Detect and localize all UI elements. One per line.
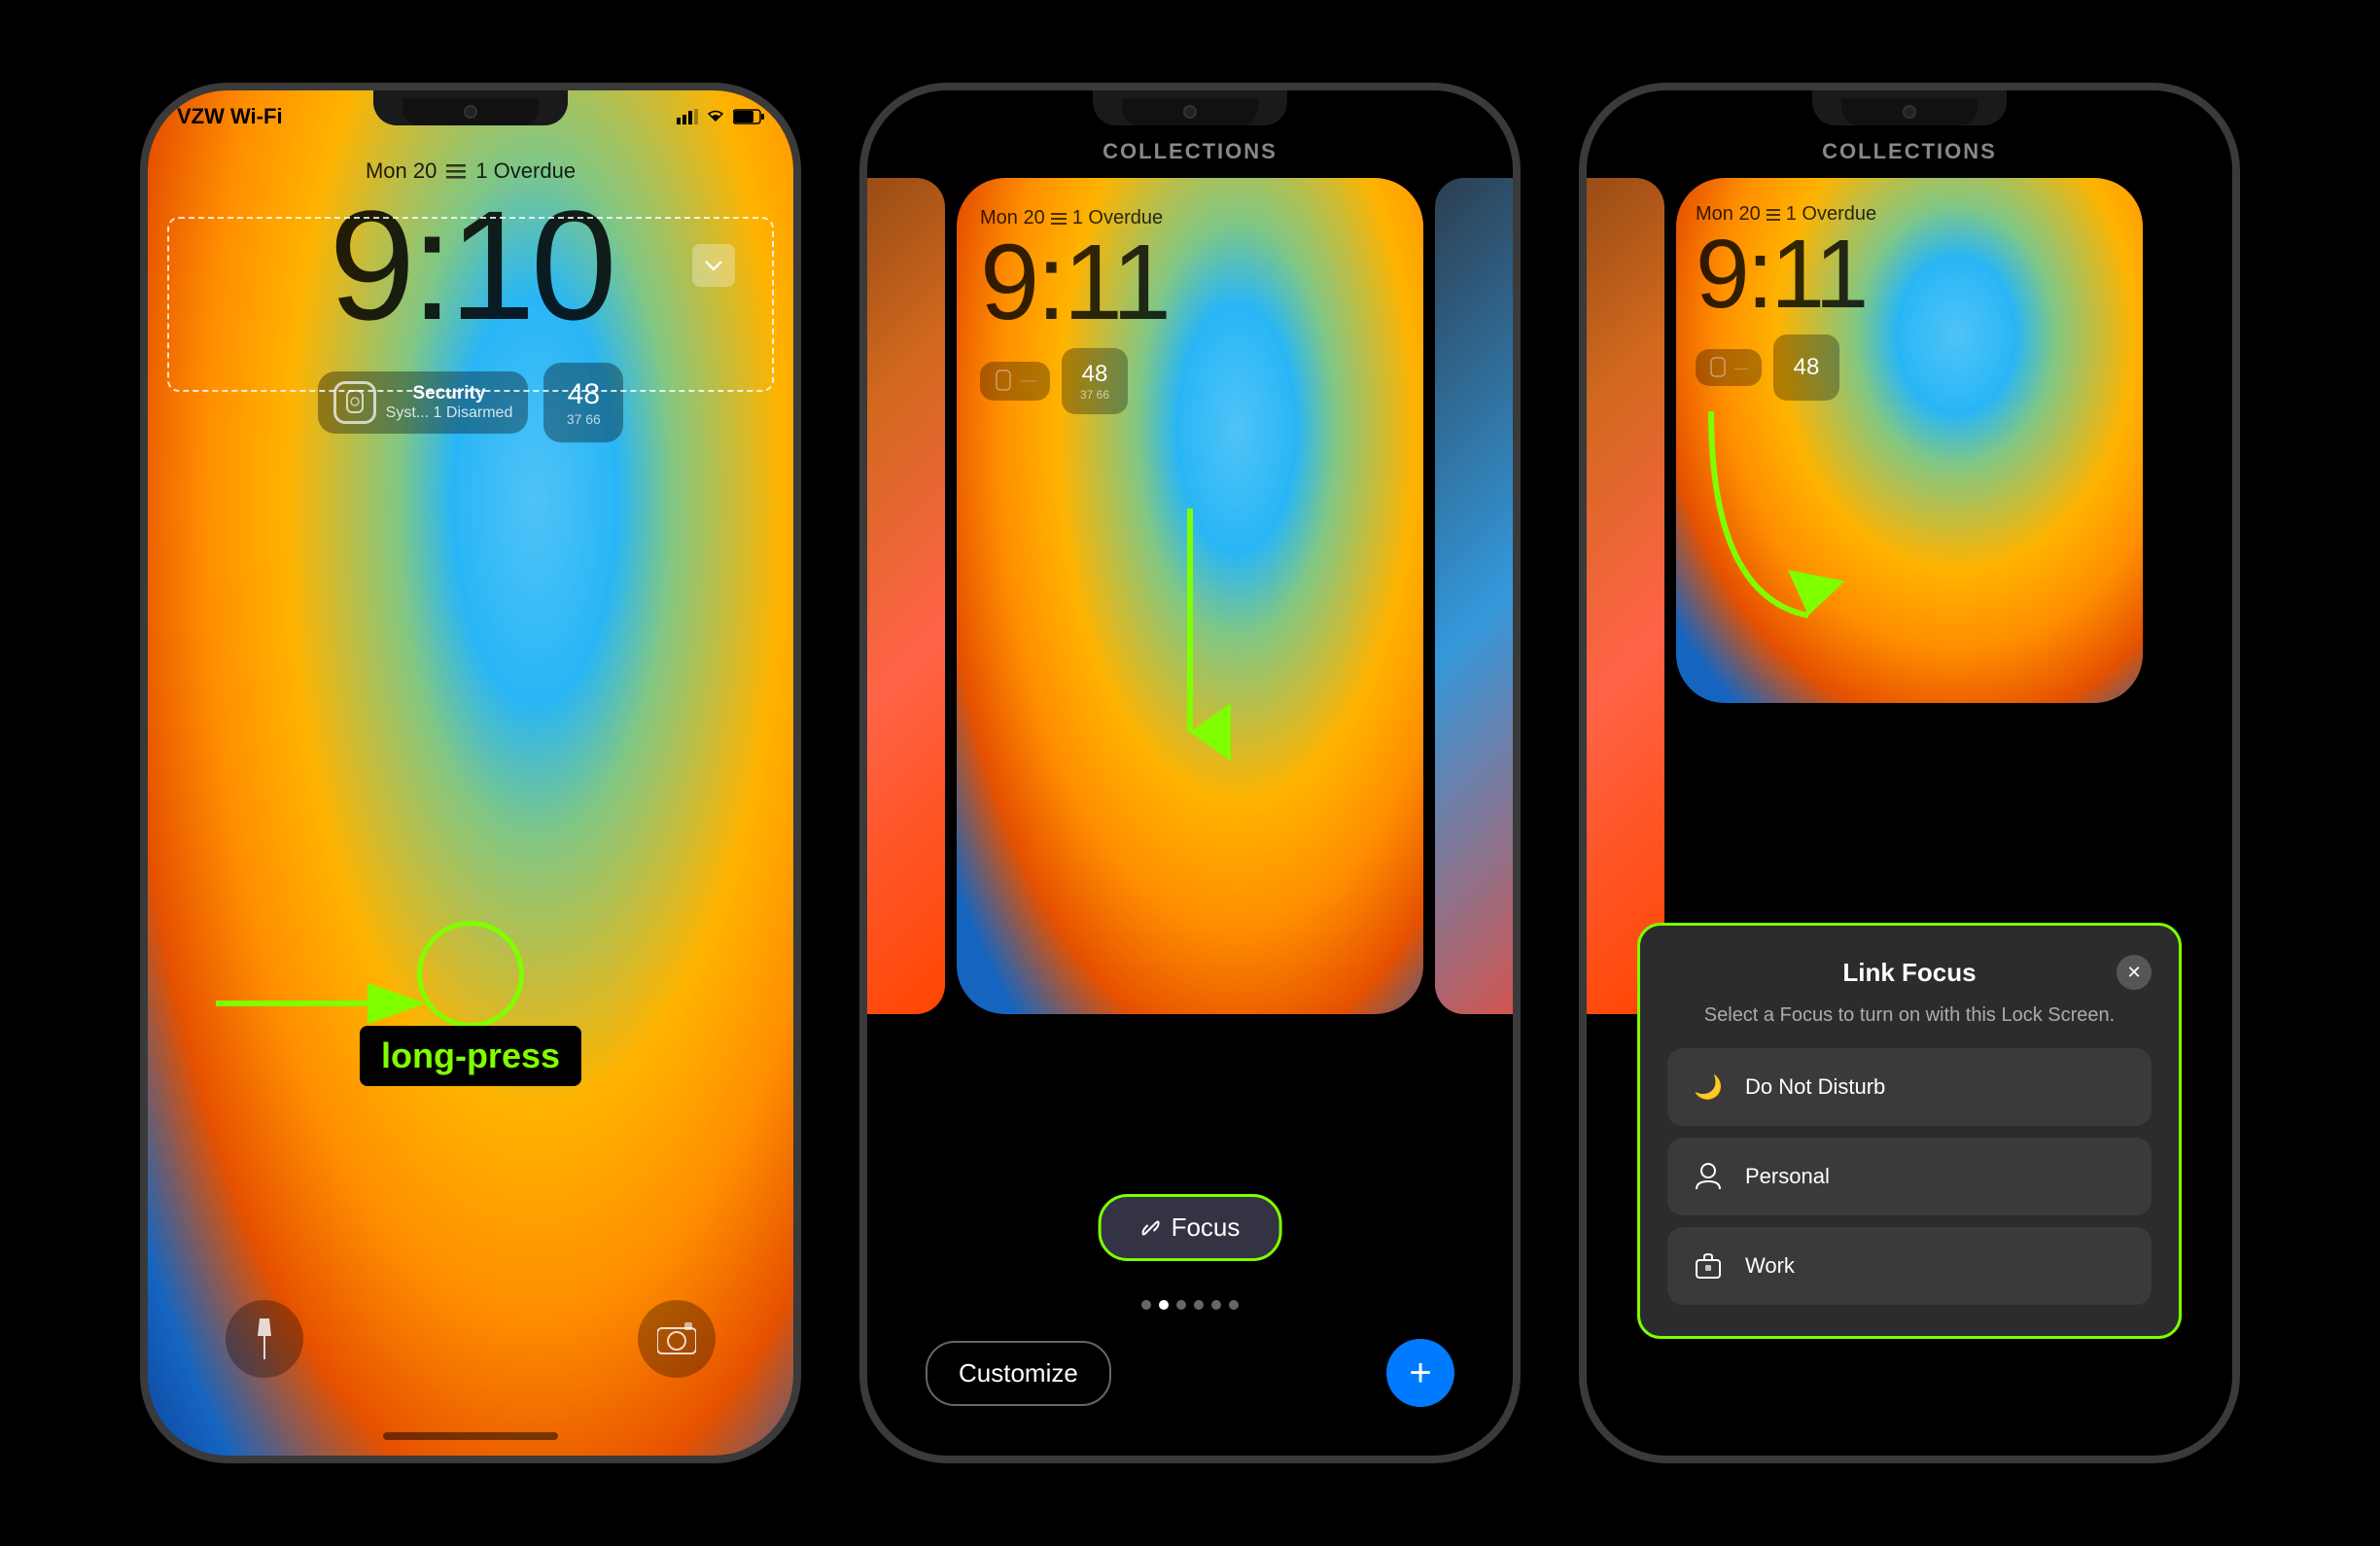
notch-2 [1122, 98, 1258, 125]
dot-5 [1211, 1300, 1221, 1310]
camera-1 [464, 105, 477, 119]
work-label: Work [1745, 1253, 1795, 1279]
card-time-2: 9:11 [980, 229, 1400, 336]
person-icon [1687, 1155, 1730, 1198]
person-svg [1695, 1162, 1722, 1191]
green-circle-target [417, 921, 524, 1028]
iphone-3: COLLECTIONS Mon 20 1 Overdue 9:11 — 48 [1579, 83, 2240, 1463]
work-icon [1687, 1245, 1730, 1287]
card-widget-watch-2: — [980, 362, 1050, 401]
time-selection-box [167, 217, 774, 392]
down-arrow-svg-3 [1682, 402, 1857, 654]
add-icon: + [1409, 1352, 1431, 1395]
dnd-label: Do Not Disturb [1745, 1074, 1885, 1100]
wifi-icon [706, 110, 725, 123]
link-focus-header: Link Focus ✕ [1667, 955, 2152, 990]
focus-option-work[interactable]: Work [1667, 1227, 2152, 1305]
battery-icon [733, 109, 764, 124]
peek-card-right [1435, 178, 1521, 1014]
camera-3 [1903, 105, 1916, 119]
peek-card-left-3 [1579, 178, 1664, 1014]
moon-icon: 🌙 [1687, 1066, 1730, 1108]
watch-placeholder-2: — [1021, 372, 1036, 390]
dot-2 [1159, 1300, 1169, 1310]
focus-option-dnd[interactable]: 🌙 Do Not Disturb [1667, 1048, 2152, 1126]
card-widgets-2: — 48 37 66 [980, 348, 1400, 414]
status-icons [677, 109, 764, 124]
dot-1 [1141, 1300, 1151, 1310]
home-indicator-1 [383, 1432, 558, 1440]
work-svg [1695, 1252, 1722, 1280]
carrier-label: VZW Wi-Fi [177, 104, 283, 129]
bottom-icons-1 [148, 1300, 793, 1378]
collections-header-3: COLLECTIONS [1587, 139, 2232, 164]
personal-label: Personal [1745, 1164, 1830, 1189]
close-btn[interactable]: ✕ [2117, 955, 2152, 990]
security-sub: Syst... 1 Disarmed [386, 404, 513, 422]
customize-btn-2[interactable]: Customize [926, 1341, 1111, 1406]
link-focus-subtitle: Select a Focus to turn on with this Lock… [1667, 1001, 2152, 1029]
temp-value-2: 48 [1082, 361, 1108, 388]
home-indicator-3 [1822, 1432, 1997, 1440]
long-press-label: long-press [360, 1026, 581, 1086]
add-btn-2[interactable]: + [1386, 1339, 1454, 1407]
page-dots-2 [867, 1300, 1513, 1310]
peek-card-left [859, 178, 945, 1014]
card-widget-watch-3: — [1696, 349, 1762, 386]
down-arrow-annotation-2 [1151, 499, 1229, 776]
flashlight-btn[interactable] [226, 1300, 303, 1378]
collections-title-2: COLLECTIONS [1102, 139, 1278, 163]
down-arrow-svg-2 [1151, 499, 1229, 771]
watch-icon-2 [994, 369, 1013, 393]
dot-3 [1176, 1300, 1186, 1310]
collections-header-2: COLLECTIONS [867, 139, 1513, 164]
temp-3: 48 [1794, 354, 1820, 381]
lockscreen-content-1: Mon 20 1 Overdue 9:10 Security Syst... 1… [148, 158, 793, 442]
iphone-2: COLLECTIONS Mon 20 1 Overdue 9:11 — 48 3… [859, 83, 1521, 1463]
notch-3 [1841, 98, 1978, 125]
camera-icon [657, 1322, 696, 1355]
link-focus-title: Link Focus [1702, 958, 2117, 988]
dot-6 [1229, 1300, 1239, 1310]
link-focus-modal[interactable]: Link Focus ✕ Select a Focus to turn on w… [1637, 923, 2182, 1339]
watch-ph-3: — [1734, 360, 1748, 375]
apple-watch-icon [343, 389, 367, 416]
temp-range-2: 37 66 [1080, 388, 1109, 402]
dot-4 [1194, 1300, 1204, 1310]
focus-btn-label: Focus [1172, 1212, 1241, 1243]
focus-option-personal[interactable]: Personal [1667, 1138, 2152, 1215]
link-icon [1140, 1217, 1162, 1239]
home-indicator-2 [1102, 1432, 1278, 1440]
list-icon-3 [1767, 209, 1780, 221]
card-widget-temp-3: 48 [1773, 334, 1839, 401]
temp-range-1: 37 66 [567, 411, 601, 427]
flashlight-icon [250, 1318, 279, 1359]
notch-1 [402, 98, 539, 125]
card-time-3: 9:11 [1696, 226, 2123, 323]
focus-button[interactable]: Focus [1099, 1194, 1282, 1261]
card-widget-temp-2: 48 37 66 [1062, 348, 1128, 414]
camera-btn[interactable] [638, 1300, 716, 1378]
down-arrow-annotation-3 [1682, 402, 1857, 659]
watch-icon-3 [1709, 357, 1727, 378]
close-icon: ✕ [2126, 963, 2141, 983]
card-widgets-3: — 48 [1696, 334, 2123, 401]
card-content-3: Mon 20 1 Overdue 9:11 — 48 [1676, 178, 2143, 426]
signal-icon [677, 109, 698, 124]
iphone-1: VZW Wi-Fi Mon 20 1 Overdue 9:10 [140, 83, 801, 1463]
card-content-2: Mon 20 1 Overdue 9:11 — 48 37 66 [957, 178, 1423, 443]
collections-title-3: COLLECTIONS [1822, 139, 1997, 163]
collections-bottom-2: Customize + [867, 1339, 1513, 1407]
camera-2 [1183, 105, 1197, 119]
